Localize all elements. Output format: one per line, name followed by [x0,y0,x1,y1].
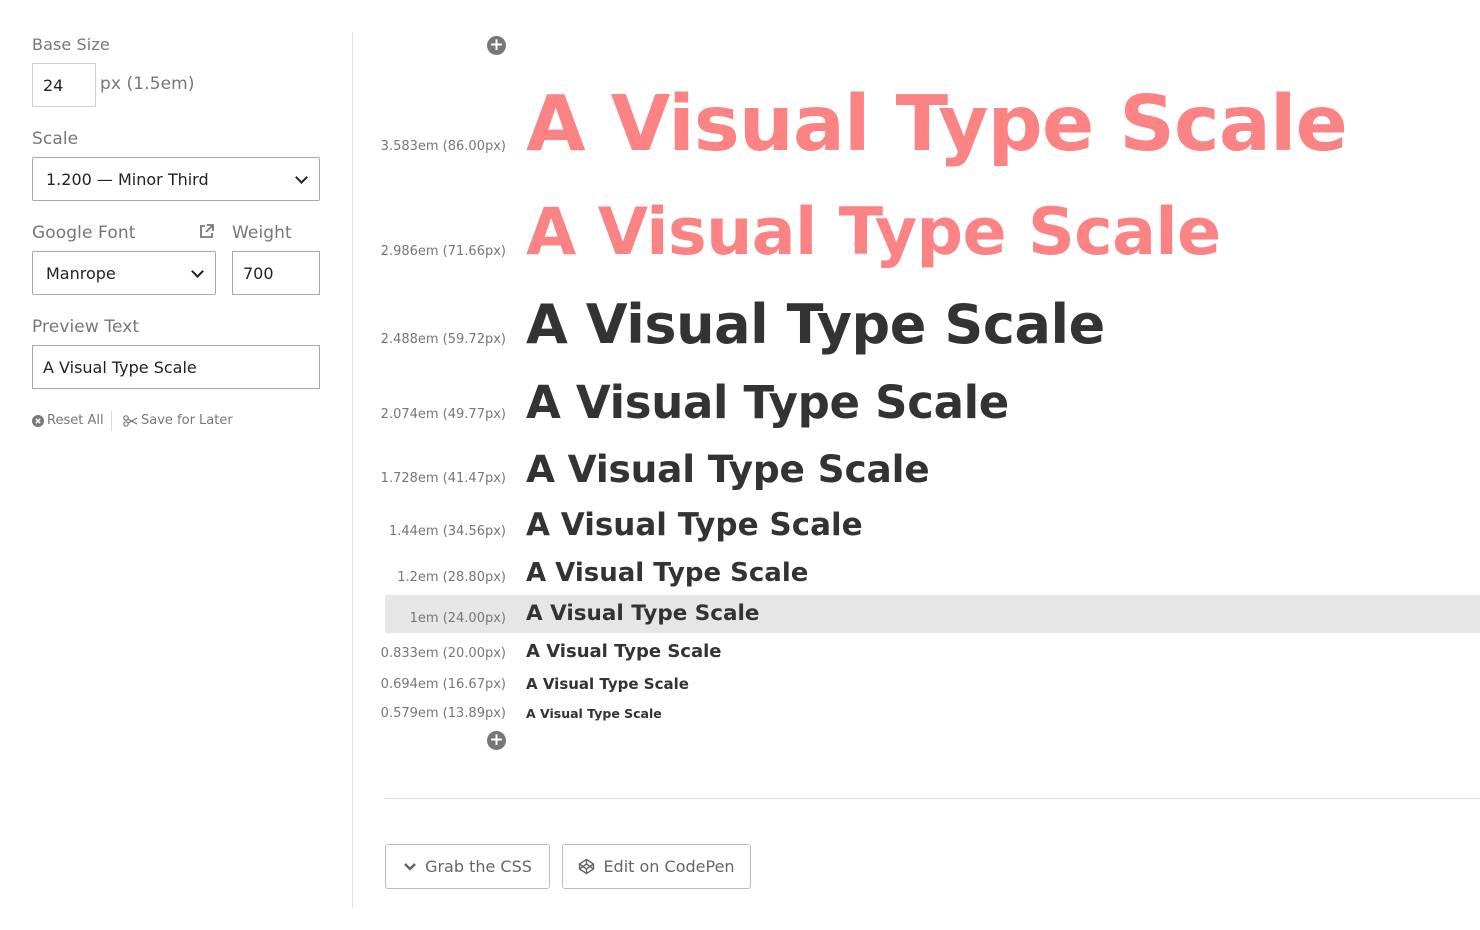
grab-css-label: Grab the CSS [425,857,532,876]
preview-text-input[interactable]: A Visual Type Scale [32,345,320,389]
scale-row-size: 2.488em (59.72px) [380,332,506,347]
base-size-input[interactable]: 24 [32,63,96,107]
scale-row: 2.488em (59.72px) A Visual Type Scale [381,290,1480,360]
scale-select[interactable]: 1.200 — Minor Third [32,157,320,201]
scale-row-base: 1em (24.00px) A Visual Type Scale [385,595,1480,633]
scale-row-sample: A Visual Type Scale [526,675,689,693]
weight-label: Weight [232,223,292,243]
chevron-down-icon [404,862,416,871]
settings-sidebar: Base Size 24 px (1.5em) Scale 1.200 — Mi… [32,0,322,930]
chevron-down-icon [191,264,204,278]
scale-row-sample: A Visual Type Scale [526,447,930,491]
scale-row: 1.44em (34.56px) A Visual Type Scale [385,504,1480,546]
plus-icon: + [489,35,504,55]
scale-row: 3.583em (86.00px) A Visual Type Scale [381,78,1480,172]
scale-row: 0.694em (16.67px) A Visual Type Scale [381,672,1480,696]
scale-row-size: 2.074em (49.77px) [380,407,506,422]
google-font-label: Google Font [32,223,136,243]
scale-row: 1.2em (28.80px) A Visual Type Scale [385,555,1480,591]
scale-row: 0.833em (20.00px) A Visual Type Scale [381,638,1480,666]
scale-row-sample: A Visual Type Scale [526,507,863,543]
scale-row: 2.074em (49.77px) A Visual Type Scale [381,373,1480,433]
font-select[interactable]: Manrope [32,251,216,295]
close-circle-icon [32,414,44,427]
scale-row-size: 2.986em (71.66px) [380,244,506,259]
scale-row-sample: A Visual Type Scale [526,641,722,662]
preview-text-label: Preview Text [32,317,140,337]
scale-row: 1.728em (41.47px) A Visual Type Scale [381,444,1480,494]
scale-row-sample: A Visual Type Scale [526,293,1105,356]
scale-row-sample: A Visual Type Scale [526,706,662,721]
add-larger-step-button[interactable]: + [487,36,506,55]
add-smaller-step-button[interactable]: + [487,731,506,750]
save-for-later-label: Save for Later [141,413,233,428]
reset-all-label: Reset All [47,413,104,428]
content-divider [385,798,1480,799]
codepen-icon [579,858,595,875]
scale-row-size: 3.583em (86.00px) [380,139,506,154]
scale-label: Scale [32,129,79,149]
save-for-later-link[interactable]: Save for Later [123,413,233,428]
weight-input[interactable]: 700 [232,251,320,295]
scale-row-sample: A Visual Type Scale [526,80,1348,169]
scissors-icon [123,414,138,427]
external-link-icon[interactable] [198,223,215,240]
scale-row: 2.986em (71.66px) A Visual Type Scale [381,193,1480,273]
type-scale-preview: + 3.583em (86.00px) A Visual Type Scale … [381,0,1480,930]
scale-row-sample: A Visual Type Scale [526,601,760,626]
scale-row-size: 1em (24.00px) [409,611,506,626]
font-select-value: Manrope [46,263,116,283]
sidebar-divider [352,32,353,908]
scale-row-sample: A Visual Type Scale [526,195,1221,270]
reset-all-link[interactable]: Reset All [32,413,104,428]
link-divider [111,411,112,431]
chevron-down-icon [295,170,308,184]
scale-row-size: 1.2em (28.80px) [397,570,506,585]
scale-row-size: 1.44em (34.56px) [388,524,506,539]
scale-row-size: 0.833em (20.00px) [380,646,506,661]
scale-row: 0.579em (13.89px) A Visual Type Scale [381,704,1480,724]
base-size-label: Base Size [32,35,110,54]
scale-row-sample: A Visual Type Scale [526,558,809,588]
grab-css-button[interactable]: Grab the CSS [385,844,550,889]
scale-row-size: 1.728em (41.47px) [380,471,506,486]
base-size-unit: px (1.5em) [100,74,195,94]
scale-select-value: 1.200 — Minor Third [46,169,209,189]
plus-icon: + [489,730,504,750]
scale-row-size: 0.694em (16.67px) [380,677,506,692]
scale-row-sample: A Visual Type Scale [526,376,1010,429]
scale-row-size: 0.579em (13.89px) [380,706,506,721]
edit-on-codepen-button[interactable]: Edit on CodePen [562,844,751,889]
codepen-label: Edit on CodePen [603,857,735,876]
